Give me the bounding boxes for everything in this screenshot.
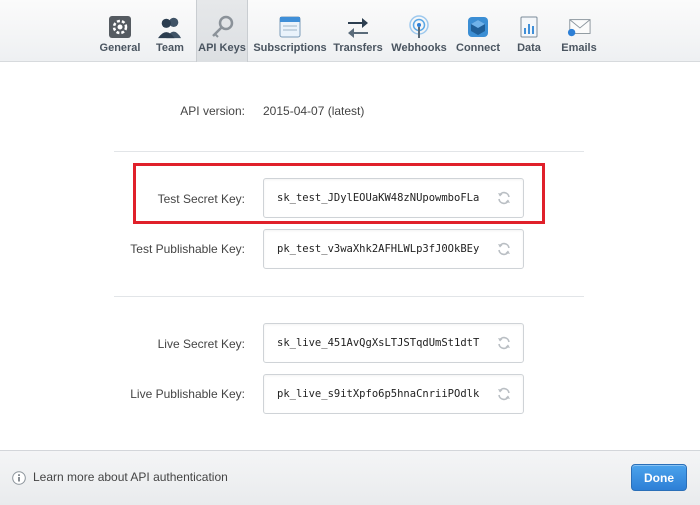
- live-publishable-key-field[interactable]: pk_live_s9itXpfo6p5hnaCnriiPOdlk: [263, 374, 524, 414]
- team-icon: [158, 15, 182, 39]
- tab-label: General: [99, 42, 141, 54]
- tab-webhooks[interactable]: Webhooks: [391, 0, 447, 62]
- tab-subscriptions[interactable]: Subscriptions: [253, 0, 327, 62]
- gear-icon: [108, 15, 132, 39]
- api-version-label: API version:: [180, 104, 245, 118]
- tab-connect[interactable]: Connect: [456, 0, 500, 62]
- tab-api-keys[interactable]: API Keys: [196, 0, 248, 62]
- tab-label: Connect: [456, 42, 500, 54]
- refresh-icon[interactable]: [497, 336, 511, 350]
- api-version-value: 2015-04-07 (latest): [263, 104, 365, 118]
- dialog-footer: Learn more about API authentication: [0, 450, 700, 505]
- key-icon: [210, 15, 234, 39]
- refresh-icon[interactable]: [497, 387, 511, 401]
- live-publishable-key-value[interactable]: pk_live_s9itXpfo6p5hnaCnriiPOdlk: [277, 388, 479, 400]
- tab-emails[interactable]: Emails: [560, 0, 598, 62]
- live-secret-key-label: Live Secret Key:: [157, 337, 245, 351]
- tab-label: Transfers: [333, 42, 383, 54]
- learn-more-link[interactable]: Learn more about API authentication: [33, 470, 228, 484]
- webhooks-icon: [407, 15, 431, 39]
- done-button[interactable]: Done: [631, 464, 687, 491]
- live-secret-key-value[interactable]: sk_live_451AvQgXsLTJSTqdUmSt1dtT: [277, 337, 479, 349]
- tab-label: Data: [517, 42, 541, 54]
- connect-icon: [466, 15, 490, 39]
- tab-data[interactable]: Data: [515, 0, 543, 62]
- settings-tab-bar: General Team API Keys Subscriptions Tran…: [0, 0, 700, 62]
- live-secret-key-field[interactable]: sk_live_451AvQgXsLTJSTqdUmSt1dtT: [263, 323, 524, 363]
- data-icon: [517, 15, 541, 39]
- tab-label: API Keys: [198, 42, 246, 54]
- test-publishable-key-label: Test Publishable Key:: [130, 242, 245, 256]
- tab-label: Subscriptions: [253, 42, 327, 54]
- highlight-box: [133, 163, 545, 224]
- test-publishable-key-field[interactable]: pk_test_v3waXhk2AFHLWLp3fJ0OkBEy: [263, 229, 524, 269]
- divider: [114, 151, 584, 152]
- tab-team[interactable]: Team: [148, 0, 192, 62]
- divider: [114, 296, 584, 297]
- tab-general[interactable]: General: [95, 0, 145, 62]
- subscriptions-icon: [278, 15, 302, 39]
- live-publishable-key-label: Live Publishable Key:: [130, 387, 245, 401]
- refresh-icon[interactable]: [497, 242, 511, 256]
- tab-transfers[interactable]: Transfers: [333, 0, 383, 62]
- transfers-icon: [346, 15, 370, 39]
- info-icon: [12, 471, 26, 485]
- emails-icon: [567, 15, 591, 39]
- test-publishable-key-value[interactable]: pk_test_v3waXhk2AFHLWLp3fJ0OkBEy: [277, 243, 479, 255]
- tab-label: Emails: [561, 42, 597, 54]
- tab-label: Webhooks: [391, 42, 447, 54]
- tab-label: Team: [156, 42, 184, 54]
